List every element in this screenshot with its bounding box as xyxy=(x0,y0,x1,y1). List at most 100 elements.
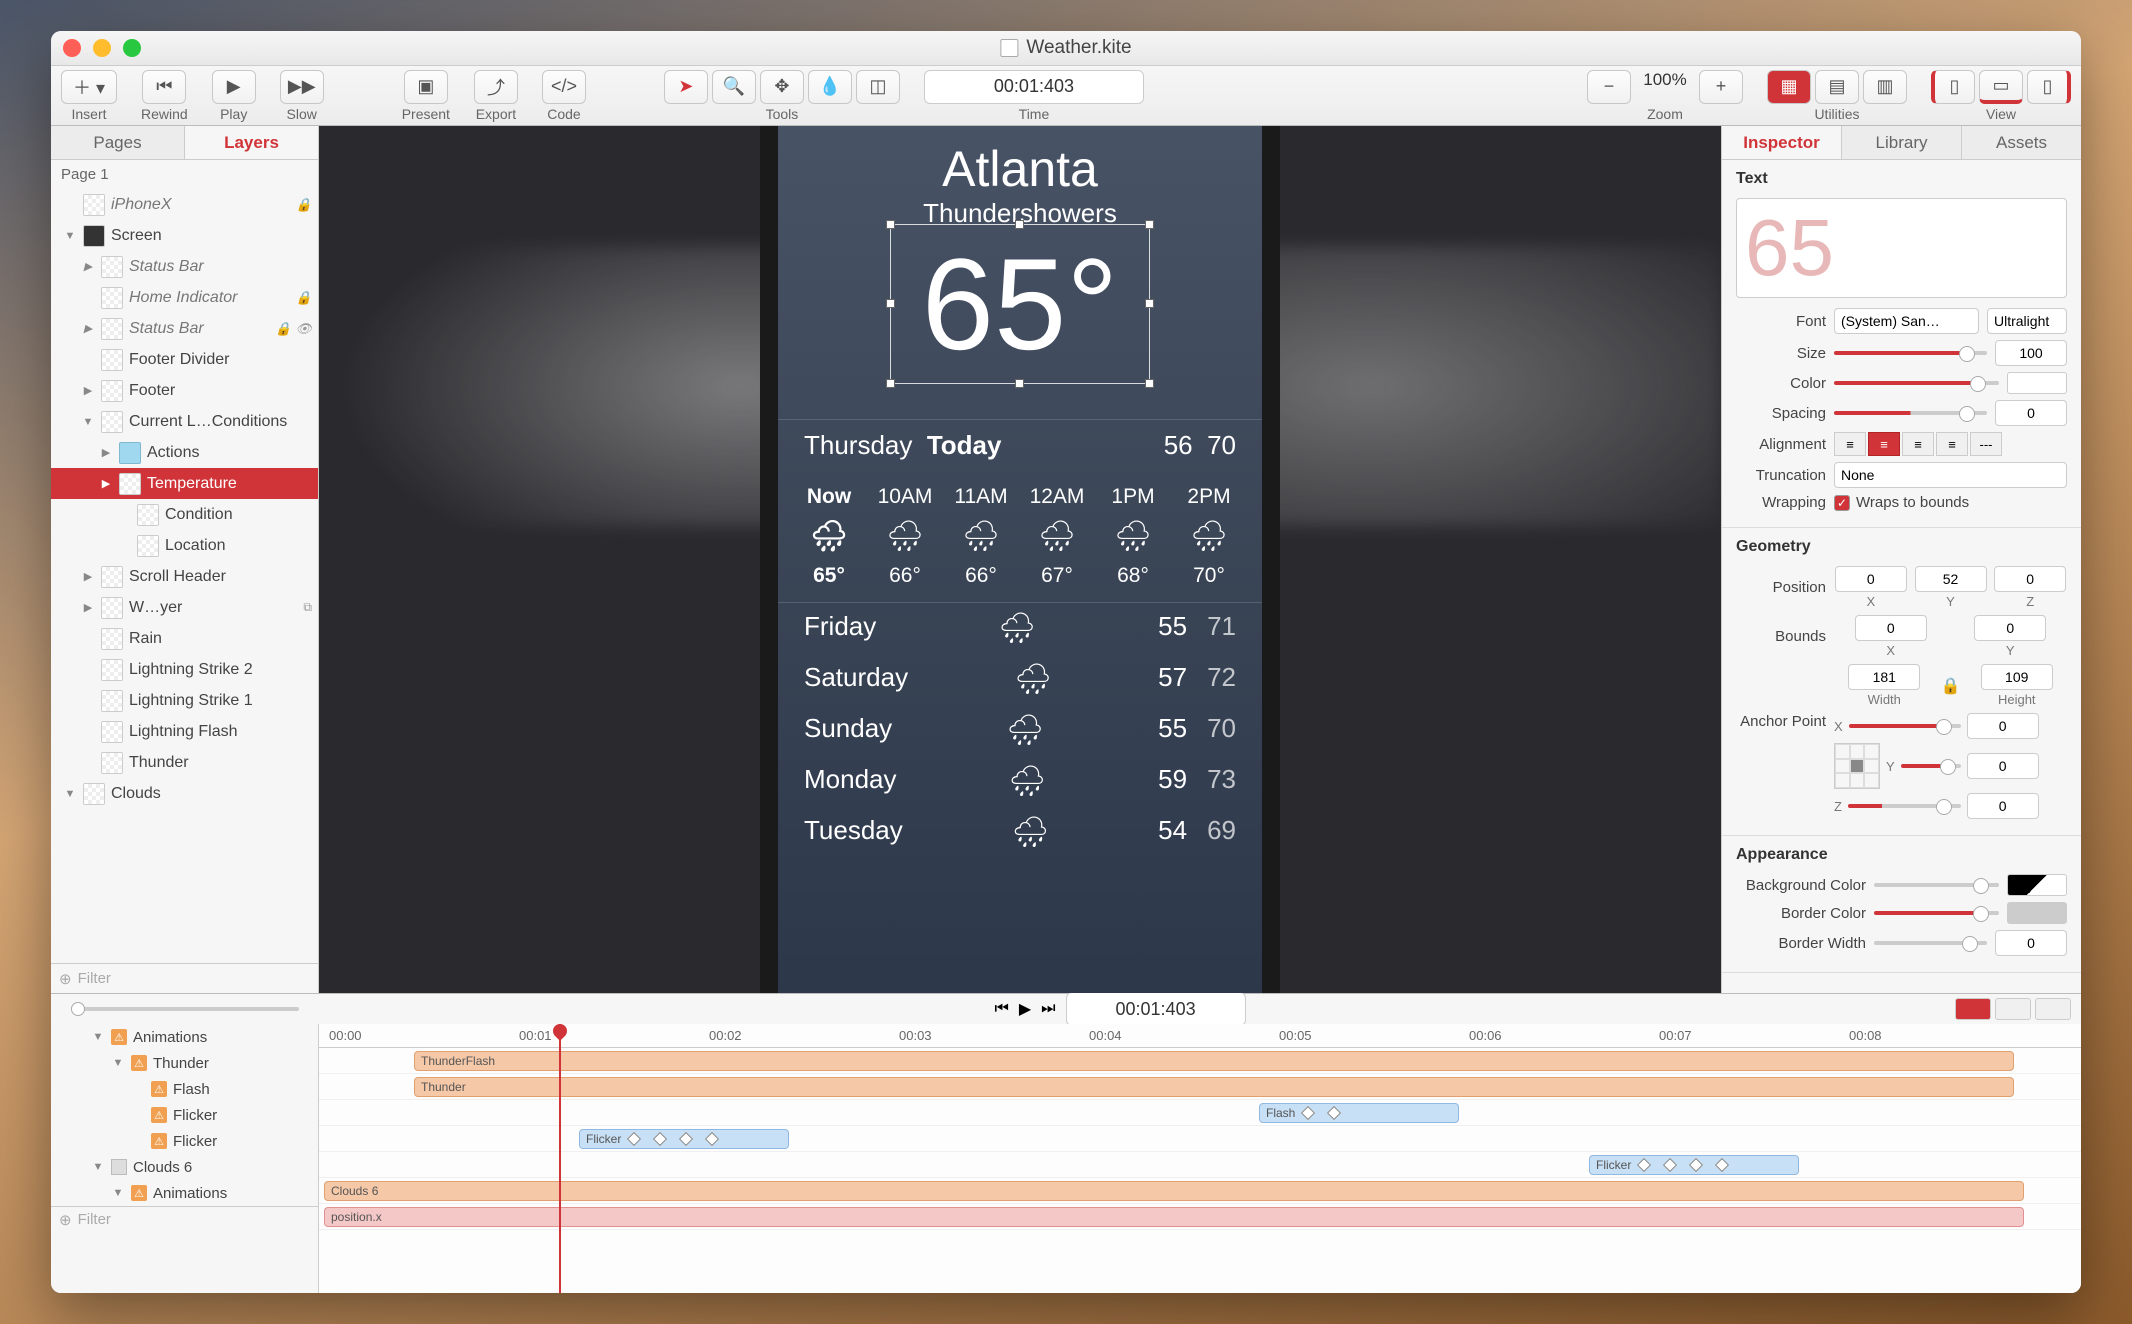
util-2-button[interactable]: ▤ xyxy=(1815,70,1859,104)
keyframe-icon[interactable] xyxy=(1301,1106,1315,1120)
position-z[interactable] xyxy=(1994,566,2066,592)
position-x[interactable] xyxy=(1835,566,1907,592)
sel-handle-tl[interactable] xyxy=(886,220,895,229)
sel-handle-ml[interactable] xyxy=(886,299,895,308)
borderwidth-slider[interactable] xyxy=(1874,941,1987,945)
timeline-ruler[interactable]: 00:0000:0100:0200:0300:0400:0500:0600:07… xyxy=(319,1024,2081,1048)
disclosure-icon[interactable]: ▶ xyxy=(81,260,95,273)
rewind-button[interactable]: ⏮ xyxy=(142,70,186,104)
slow-button[interactable]: ▶▶ xyxy=(280,70,324,104)
align-left[interactable]: ≡ xyxy=(1834,432,1866,456)
tl-prev-button[interactable]: ⏮ xyxy=(994,1000,1008,1018)
spacing-input[interactable] xyxy=(1995,400,2067,426)
clip-flicker-2[interactable]: Flicker xyxy=(1589,1155,1799,1175)
disclosure-icon[interactable]: ▶ xyxy=(81,322,95,335)
anchor-x-slider[interactable] xyxy=(1849,724,1961,728)
wrapping-checkbox[interactable]: ✓ xyxy=(1834,495,1850,511)
anchor-z[interactable] xyxy=(1967,793,2039,819)
disclosure-icon[interactable]: ▶ xyxy=(99,446,113,459)
tab-pages[interactable]: Pages xyxy=(51,126,185,159)
layer-item[interactable]: ▶Scroll Header xyxy=(51,561,318,592)
zoom-out-button[interactable]: − xyxy=(1587,70,1631,104)
layer-item[interactable]: Home Indicator🔒 xyxy=(51,282,318,313)
disclosure-icon[interactable]: ▶ xyxy=(81,384,95,397)
layer-item[interactable]: Thunder xyxy=(51,747,318,778)
pointer-tool[interactable]: ➤ xyxy=(664,70,708,104)
lock-icon[interactable]: 🔒 xyxy=(296,197,312,213)
view-left-button[interactable]: ▯ xyxy=(1931,70,1975,104)
layer-item[interactable]: ▶Status Bar🔒👁 xyxy=(51,313,318,344)
maximize-button[interactable] xyxy=(123,39,141,57)
layer-filter[interactable]: ⊕ Filter xyxy=(51,963,318,993)
timeline-zoom-scrub[interactable] xyxy=(51,1007,319,1011)
layer-item[interactable]: Lightning Strike 1 xyxy=(51,685,318,716)
selection-box[interactable] xyxy=(890,224,1150,384)
tl-view-3[interactable] xyxy=(2035,998,2071,1020)
zoom-tool[interactable]: 🔍 xyxy=(712,70,756,104)
timeline-tree-item[interactable]: ▼⚠Animations xyxy=(51,1180,318,1206)
align-center[interactable]: ≡ xyxy=(1868,432,1900,456)
size-slider[interactable] xyxy=(1834,351,1987,355)
drop-tool[interactable]: 💧 xyxy=(808,70,852,104)
layer-item[interactable]: ▶W…yer⧉ xyxy=(51,592,318,623)
spacing-slider[interactable] xyxy=(1834,411,1987,415)
disclosure-icon[interactable]: ▶ xyxy=(81,570,95,583)
layer-item[interactable]: Location xyxy=(51,530,318,561)
sel-handle-tm[interactable] xyxy=(1015,220,1024,229)
truncation-select[interactable]: None xyxy=(1834,462,2067,488)
layer-item[interactable]: Lightning Flash xyxy=(51,716,318,747)
keyframe-icon[interactable] xyxy=(627,1132,641,1146)
lock-aspect-icon[interactable]: 🔒 xyxy=(1941,676,1961,696)
sel-handle-bm[interactable] xyxy=(1015,379,1024,388)
temperature-value[interactable]: 65° xyxy=(778,229,1262,379)
size-input[interactable] xyxy=(1995,340,2067,366)
sel-handle-bl[interactable] xyxy=(886,379,895,388)
layer-item[interactable]: Rain xyxy=(51,623,318,654)
timeline-tree-item[interactable]: ⚠Flicker xyxy=(51,1102,318,1128)
lock-icon[interactable]: 🔒 xyxy=(296,290,312,306)
lock-icon[interactable]: 🔒 xyxy=(275,321,291,337)
util-3-button[interactable]: ▥ xyxy=(1863,70,1907,104)
keyframe-icon[interactable] xyxy=(1327,1106,1341,1120)
disclosure-icon[interactable]: ▼ xyxy=(63,788,77,800)
layer-item[interactable]: ▼Screen xyxy=(51,220,318,251)
bgcolor-swatch[interactable] xyxy=(2007,874,2067,896)
disclosure-icon[interactable]: ▼ xyxy=(91,1161,105,1173)
align-justify[interactable]: ≡ xyxy=(1936,432,1968,456)
sel-handle-br[interactable] xyxy=(1145,379,1154,388)
timeline-tree-item[interactable]: ⚠Flicker xyxy=(51,1128,318,1154)
bgcolor-slider[interactable] xyxy=(1874,883,1999,887)
color-slider[interactable] xyxy=(1834,381,1999,385)
sel-handle-mr[interactable] xyxy=(1145,299,1154,308)
tl-play-button[interactable]: ▶ xyxy=(1019,999,1031,1019)
layer-item[interactable]: ▼Clouds xyxy=(51,778,318,809)
clip-flicker-1[interactable]: Flicker xyxy=(579,1129,789,1149)
disclosure-icon[interactable]: ▶ xyxy=(81,601,95,614)
disclosure-icon[interactable]: ▶ xyxy=(99,477,113,490)
move-tool[interactable]: ✥ xyxy=(760,70,804,104)
timeline-tree-item[interactable]: ⚠Flash xyxy=(51,1076,318,1102)
close-button[interactable] xyxy=(63,39,81,57)
playhead[interactable] xyxy=(559,1024,561,1293)
layer-item[interactable]: ▼Current L…Conditions xyxy=(51,406,318,437)
util-1-button[interactable]: ▦ xyxy=(1767,70,1811,104)
crop-tool[interactable]: ◫ xyxy=(856,70,900,104)
tab-layers[interactable]: Layers xyxy=(185,126,318,159)
keyframe-icon[interactable] xyxy=(1689,1158,1703,1172)
export-button[interactable]: ⤴ xyxy=(474,70,518,104)
anchor-x[interactable] xyxy=(1967,713,2039,739)
eye-icon[interactable]: 👁 xyxy=(295,321,312,337)
layer-item[interactable]: ▶Footer xyxy=(51,375,318,406)
bounds-x[interactable] xyxy=(1855,615,1927,641)
align-right[interactable]: ≡ xyxy=(1902,432,1934,456)
disclosure-icon[interactable]: ▼ xyxy=(91,1031,105,1043)
view-bottom-button[interactable]: ▭ xyxy=(1979,70,2023,104)
timeline-tree-item[interactable]: ▼⚠Thunder xyxy=(51,1050,318,1076)
view-right-button[interactable]: ▯ xyxy=(2027,70,2071,104)
layer-item[interactable]: Lightning Strike 2 xyxy=(51,654,318,685)
align-none[interactable]: --- xyxy=(1970,432,2002,456)
color-swatch[interactable] xyxy=(2007,372,2067,394)
anchor-y-slider[interactable] xyxy=(1901,764,1961,768)
code-button[interactable]: </> xyxy=(542,70,586,104)
layer-item[interactable]: Footer Divider xyxy=(51,344,318,375)
